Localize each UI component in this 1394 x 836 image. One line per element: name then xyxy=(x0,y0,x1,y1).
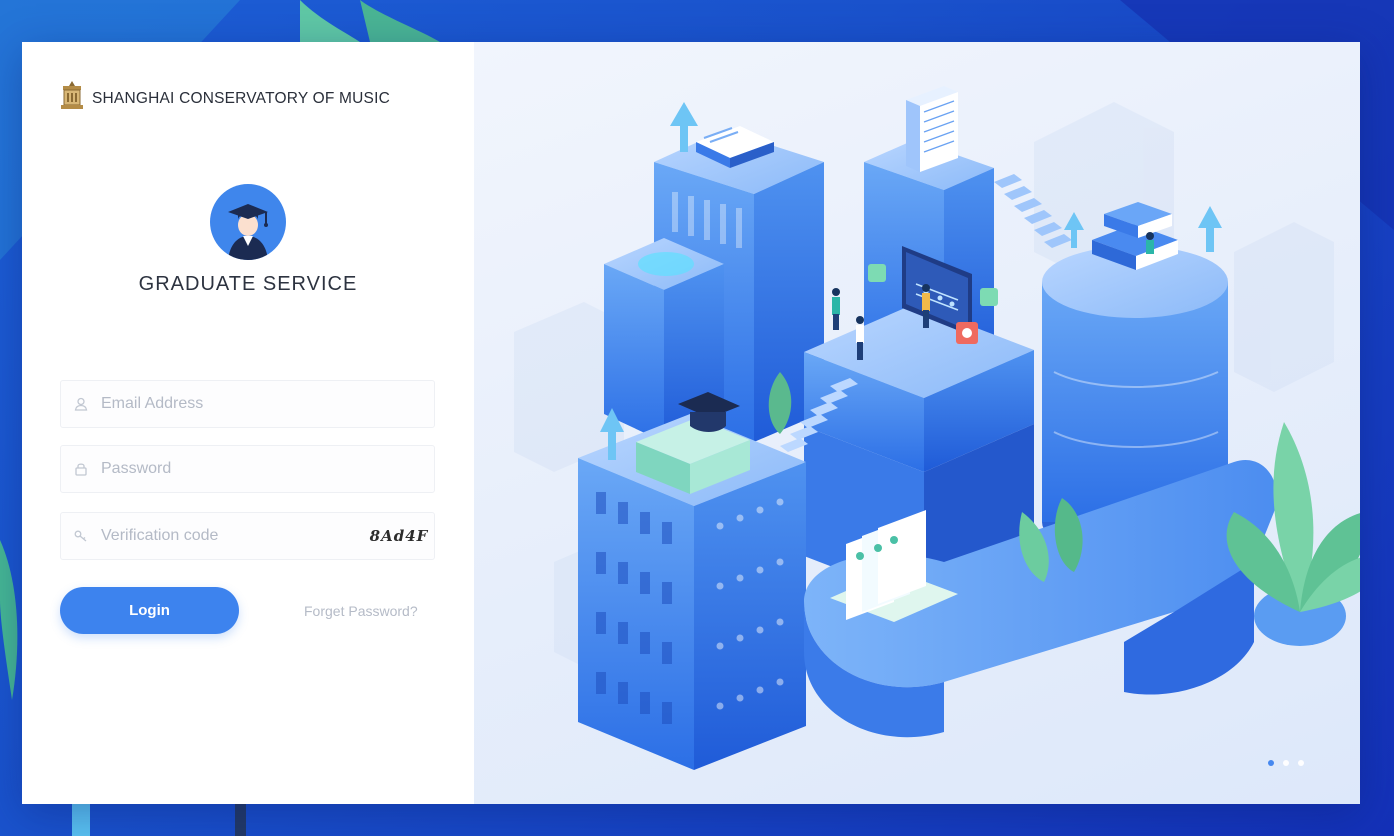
hero-illustration-panel xyxy=(474,42,1360,804)
graduate-avatar-icon xyxy=(210,184,286,260)
brand-header: SHANGHAI CONSERVATORY OF MUSIC xyxy=(60,80,390,117)
service-title: GRADUATE SERVICE xyxy=(138,273,358,295)
login-button[interactable]: Login xyxy=(60,587,239,634)
login-card: SHANGHAI CONSERVATORY OF MUSIC GRADUATE … xyxy=(22,42,1360,804)
brand-name: SHANGHAI CONSERVATORY OF MUSIC xyxy=(92,89,390,107)
user-icon xyxy=(61,397,101,411)
login-panel: SHANGHAI CONSERVATORY OF MUSIC GRADUATE … xyxy=(22,42,474,804)
verification-input[interactable] xyxy=(101,513,364,559)
carousel-dot-3[interactable] xyxy=(1298,760,1304,766)
email-input[interactable] xyxy=(101,381,434,427)
forget-password-link[interactable]: Forget Password? xyxy=(304,603,418,619)
carousel-dot-1[interactable] xyxy=(1268,760,1274,766)
email-field[interactable] xyxy=(60,380,435,428)
lock-icon xyxy=(61,462,101,476)
conservatory-crest-icon xyxy=(60,80,84,117)
captcha-image[interactable]: 8Ad4F xyxy=(364,527,434,545)
carousel-dot-2[interactable] xyxy=(1283,760,1289,766)
verification-field[interactable]: 8Ad4F xyxy=(60,512,435,560)
carousel-indicators xyxy=(1268,760,1304,766)
campus-illustration xyxy=(514,86,1360,770)
password-field[interactable] xyxy=(60,445,435,493)
key-icon xyxy=(61,529,101,543)
password-input[interactable] xyxy=(101,446,434,492)
